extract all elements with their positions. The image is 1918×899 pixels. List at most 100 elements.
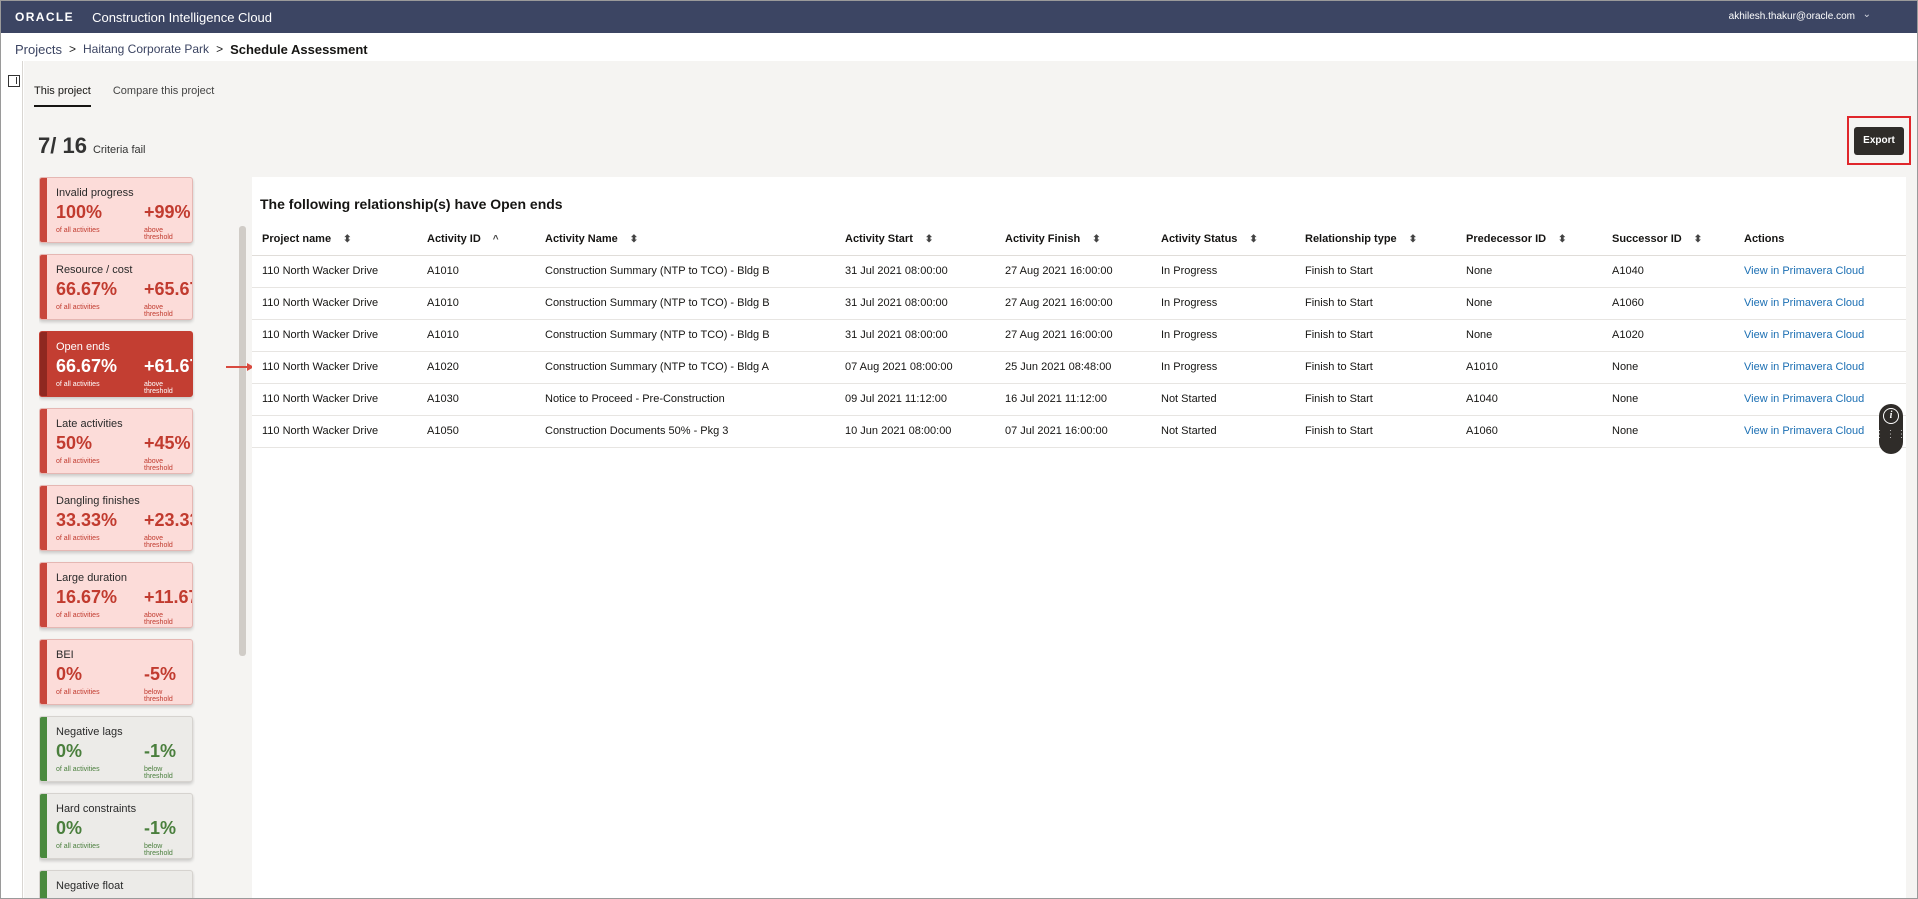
- view-in-primavera-link[interactable]: View in Primavera Cloud: [1734, 287, 1906, 320]
- column-header[interactable]: Predecessor ID ⬍: [1456, 223, 1602, 256]
- page-title: Schedule Assessment: [230, 41, 368, 57]
- app-title: Construction Intelligence Cloud: [92, 9, 273, 25]
- criteria-card[interactable]: BEI 0% -5% of all activities below thres…: [39, 639, 193, 705]
- card-delta-caption: above threshold: [144, 458, 173, 472]
- table-cell: Finish to Start: [1295, 319, 1456, 352]
- table-cell: 110 North Wacker Drive: [252, 319, 417, 352]
- sort-icon[interactable]: ⬍: [1092, 234, 1100, 245]
- card-delta: +61.67%: [144, 356, 192, 376]
- sort-icon[interactable]: ⬍: [1409, 234, 1417, 245]
- table-cell: Finish to Start: [1295, 383, 1456, 416]
- sort-icon[interactable]: ⬍: [925, 234, 933, 245]
- help-widget[interactable]: i ⋮⋮⋮: [1875, 404, 1907, 454]
- info-icon[interactable]: i: [1883, 408, 1899, 424]
- user-menu[interactable]: akhilesh.thakur@oracle.com: [1729, 11, 1855, 22]
- column-header[interactable]: Activity Finish ⬍: [995, 223, 1151, 256]
- table-cell: 110 North Wacker Drive: [252, 255, 417, 288]
- tab-this-project[interactable]: This project: [34, 85, 91, 107]
- export-button[interactable]: Export: [1854, 126, 1904, 155]
- app-window: ORACLE Construction Intelligence Cloud a…: [0, 0, 1918, 899]
- column-header[interactable]: Activity ID ^: [417, 223, 535, 256]
- table-header-row: Project name ⬍ Activity ID ^ Activity Name…: [252, 223, 1906, 256]
- card-percent-caption: of all activities: [56, 612, 100, 619]
- table-cell: 110 North Wacker Drive: [252, 415, 417, 448]
- card-title: Invalid progress: [56, 187, 134, 199]
- criteria-card[interactable]: Negative float: [39, 870, 193, 898]
- table-cell: Finish to Start: [1295, 415, 1456, 448]
- view-in-primavera-link[interactable]: View in Primavera Cloud: [1734, 319, 1906, 352]
- card-delta: -5%: [144, 664, 177, 684]
- table-cell: A1030: [417, 383, 535, 416]
- export-highlight: Export: [1847, 116, 1911, 165]
- card-percent-caption: of all activities: [56, 381, 100, 388]
- criteria-card[interactable]: Dangling finishes 33.33% +23.33% of all …: [39, 485, 193, 551]
- table-cell: Finish to Start: [1295, 255, 1456, 288]
- card-title: Large duration: [56, 572, 127, 584]
- card-title: BEI: [56, 649, 74, 661]
- card-title: Resource / cost: [56, 264, 133, 276]
- sort-icon[interactable]: ⬍: [1558, 234, 1566, 245]
- status-bar: [40, 255, 47, 319]
- table-cell: A1010: [417, 319, 535, 352]
- status-bar: [40, 486, 47, 550]
- criteria-card[interactable]: Late activities 50% +45% of all activiti…: [39, 408, 193, 474]
- card-delta: -1%: [144, 741, 177, 761]
- table-cell: A1010: [417, 287, 535, 320]
- column-header[interactable]: Relationship type ⬍: [1295, 223, 1456, 256]
- criteria-card[interactable]: Invalid progress 100% +99% of all activi…: [39, 177, 193, 243]
- table-cell: A1050: [417, 415, 535, 448]
- table-cell: 110 North Wacker Drive: [252, 383, 417, 416]
- criteria-card[interactable]: Resource / cost 66.67% +65.67% of all ac…: [39, 254, 193, 320]
- card-list-scrollbar[interactable]: [239, 226, 246, 656]
- tab-compare-project[interactable]: Compare this project: [113, 85, 215, 107]
- criteria-summary: 7/ 16 Criteria fail: [38, 133, 146, 159]
- column-header[interactable]: Project name ⬍: [252, 223, 417, 256]
- card-percent-caption: of all activities: [56, 458, 100, 465]
- criteria-card[interactable]: Open ends 66.67% +61.67% of all activiti…: [39, 331, 193, 397]
- table-cell: Notice to Proceed - Pre-Construction: [535, 383, 835, 416]
- column-header[interactable]: Successor ID ⬍: [1602, 223, 1734, 256]
- criteria-card[interactable]: Negative lags 0% -1% of all activities b…: [39, 716, 193, 782]
- card-title: Hard constraints: [56, 803, 137, 815]
- table-cell: 31 Jul 2021 08:00:00: [835, 255, 995, 288]
- tab-bar: This project Compare this project: [34, 85, 236, 107]
- table-cell: Construction Documents 50% - Pkg 3: [535, 415, 835, 448]
- sort-icon[interactable]: ⬍: [630, 234, 638, 245]
- card-delta-caption: below threshold: [144, 843, 173, 857]
- sort-icon[interactable]: ⬍: [1694, 234, 1702, 245]
- card-delta-caption: above threshold: [144, 304, 173, 318]
- criteria-card[interactable]: Hard constraints 0% -1% of all activitie…: [39, 793, 193, 859]
- panel-toggle-icon[interactable]: [8, 75, 20, 87]
- breadcrumb: Projects > Haitang Corporate Park > Sche…: [15, 39, 368, 59]
- table-cell: Construction Summary (NTP to TCO) - Bldg…: [535, 287, 835, 320]
- column-header[interactable]: Activity Name ⬍: [535, 223, 835, 256]
- column-header: Actions: [1734, 223, 1906, 256]
- card-percent: 16.67%: [56, 587, 118, 607]
- table-cell: None: [1602, 383, 1734, 416]
- card-percent-caption: of all activities: [56, 766, 100, 773]
- sort-icon[interactable]: ^: [493, 234, 499, 245]
- table-cell: A1040: [1602, 255, 1734, 288]
- view-in-primavera-link[interactable]: View in Primavera Cloud: [1734, 351, 1906, 384]
- breadcrumb-project[interactable]: Haitang Corporate Park: [83, 42, 209, 56]
- card-percent-caption: of all activities: [56, 304, 100, 311]
- panel-title: The following relationship(s) have Open …: [260, 196, 563, 212]
- table-row: 110 North Wacker Drive A1020 Construction …: [252, 351, 1906, 384]
- top-bar: ORACLE Construction Intelligence Cloud a…: [1, 1, 1917, 33]
- breadcrumb-projects[interactable]: Projects: [15, 42, 62, 57]
- status-bar: [40, 640, 47, 704]
- column-header[interactable]: Activity Start ⬍: [835, 223, 995, 256]
- criteria-card[interactable]: Large duration 16.67% +11.67% of all act…: [39, 562, 193, 628]
- view-in-primavera-link[interactable]: View in Primavera Cloud: [1734, 255, 1906, 288]
- column-header[interactable]: Activity Status ⬍: [1151, 223, 1295, 256]
- table-cell: 07 Aug 2021 08:00:00: [835, 351, 995, 384]
- sort-icon[interactable]: ⬍: [343, 234, 351, 245]
- table-cell: In Progress: [1151, 351, 1295, 384]
- arrow-right-icon: [226, 363, 254, 371]
- assessment-thresholds-rail[interactable]: Assessment thresholds: [1, 61, 33, 898]
- sort-icon[interactable]: ⬍: [1249, 234, 1257, 245]
- chevron-down-icon[interactable]: ⌄: [1863, 9, 1871, 20]
- breadcrumb-separator: >: [216, 42, 224, 56]
- grid-dots-icon[interactable]: ⋮⋮⋮: [1875, 430, 1908, 440]
- table-cell: 25 Jun 2021 08:48:00: [995, 351, 1151, 384]
